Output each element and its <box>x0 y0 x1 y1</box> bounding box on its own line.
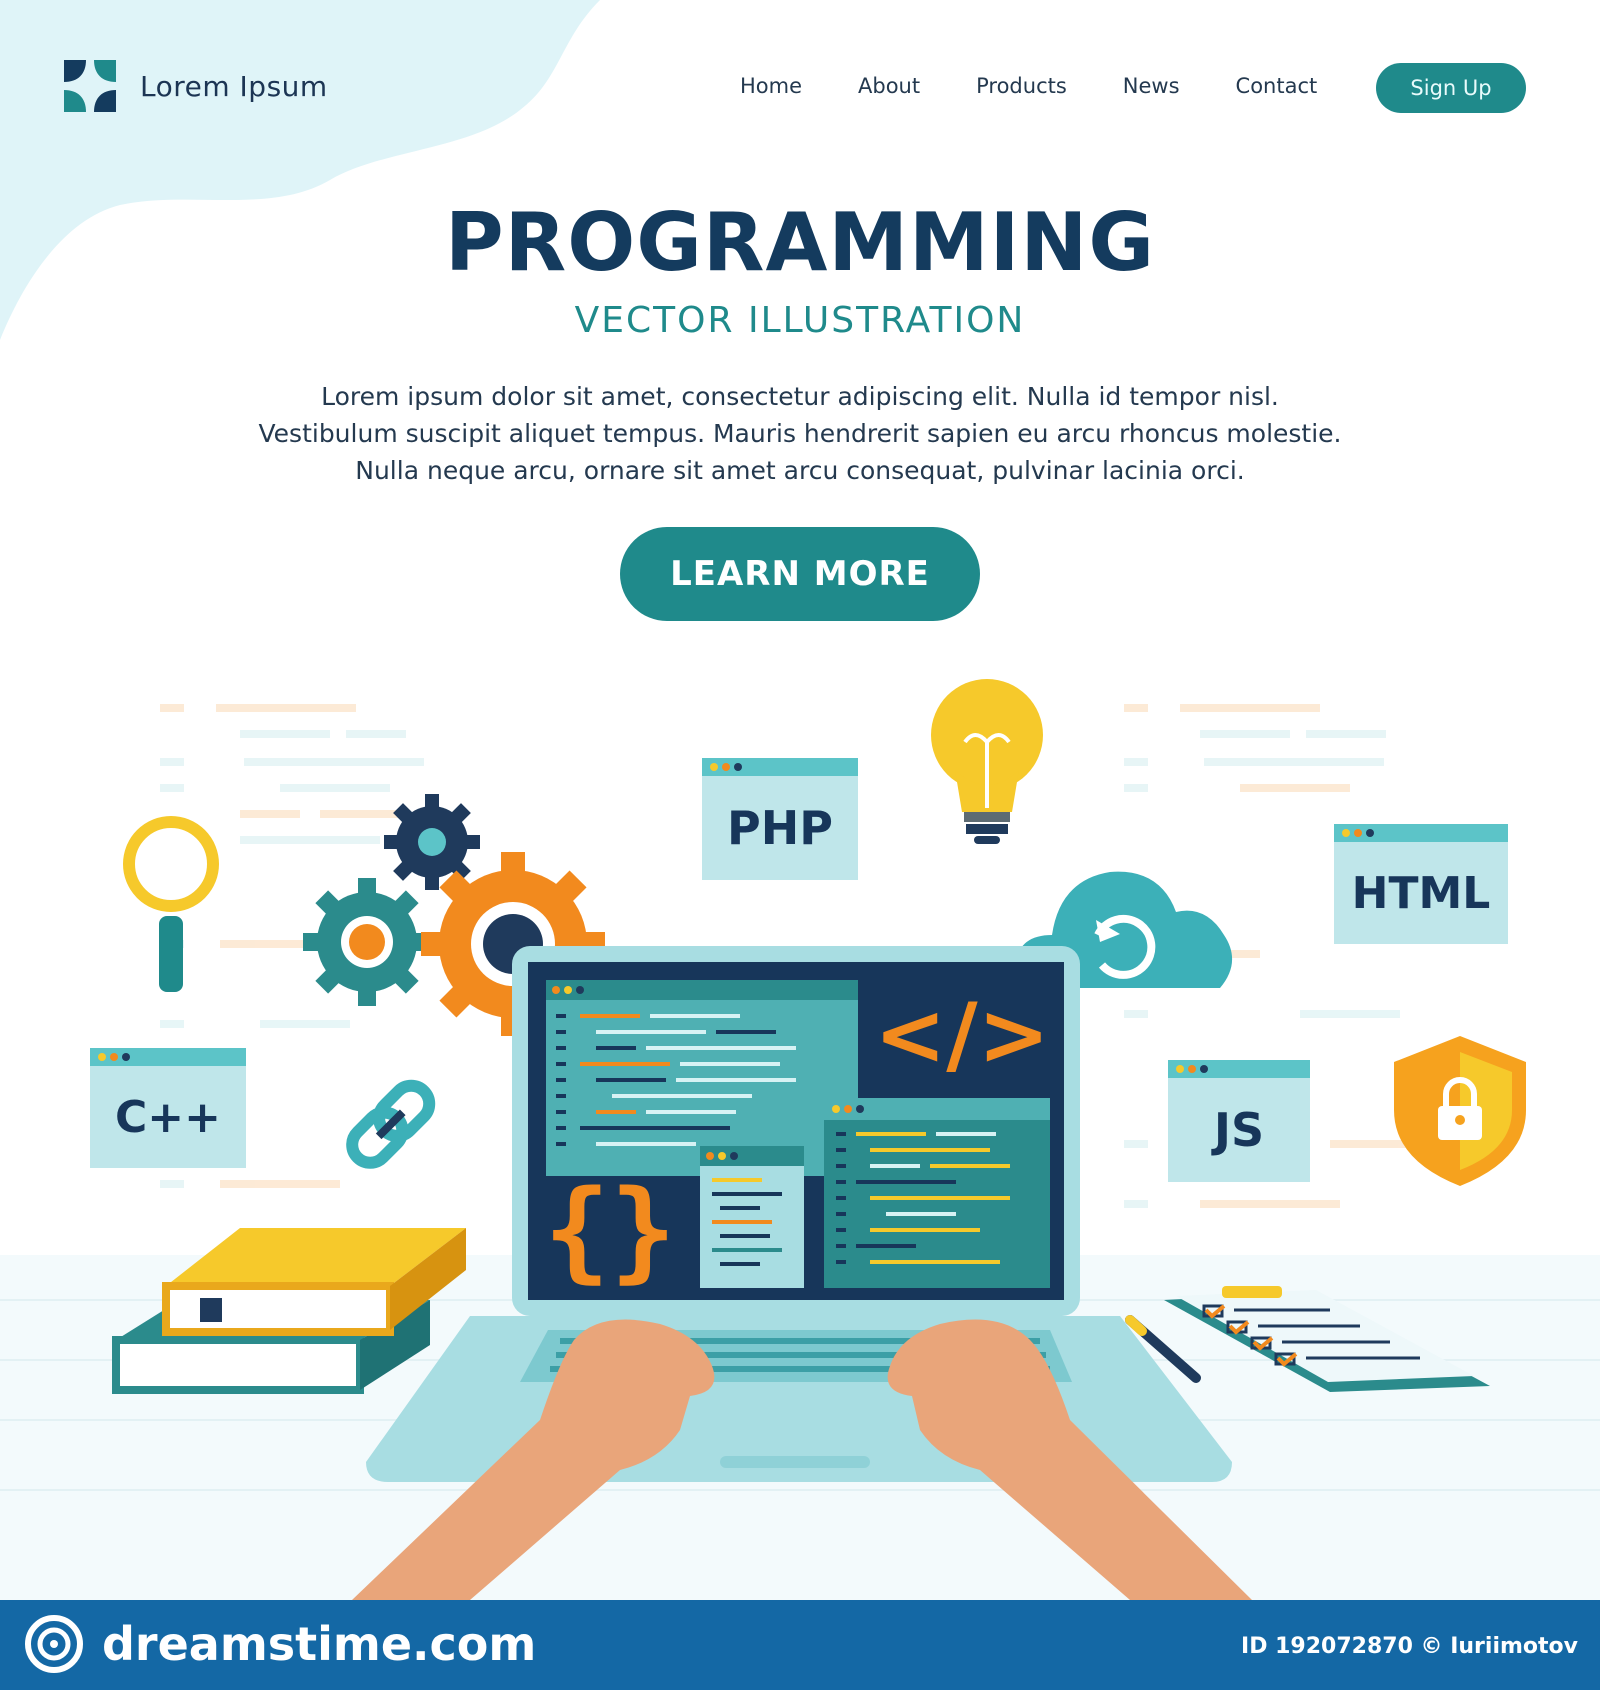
nav-news[interactable]: News <box>1123 74 1180 98</box>
image-credit: ID 192072870 © Iuriimotov <box>1241 1634 1578 1659</box>
logo[interactable]: Lorem Ipsum <box>64 60 328 112</box>
nav-contact[interactable]: Contact <box>1236 74 1318 98</box>
nav-about[interactable]: About <box>858 74 920 98</box>
watermark-brand-text: dreamstime.com <box>102 1617 537 1671</box>
spiral-logo-icon <box>25 1615 83 1673</box>
tag-js-label: JS <box>1213 1103 1265 1157</box>
chain-link-icon <box>346 1079 436 1169</box>
tag-js: JS <box>1168 1060 1310 1182</box>
hero-title: PROGRAMMING <box>444 196 1156 289</box>
curly-braces-icon: {} <box>544 1166 676 1294</box>
tag-cpp-label: C++ <box>114 1091 222 1143</box>
sign-up-button[interactable]: Sign Up <box>1376 63 1526 113</box>
shield-lock-icon <box>1394 1036 1526 1186</box>
logo-icon <box>64 60 116 112</box>
magnifier-icon <box>123 816 219 992</box>
main-nav: Home About Products News Contact <box>740 74 1373 98</box>
hero-description-line: Nulla neque arcu, ornare sit amet arcu c… <box>355 456 1245 485</box>
watermark-brand: dreamstime.com <box>24 1614 536 1674</box>
code-tag-icon: </> <box>874 985 1050 1085</box>
tag-cpp: C++ <box>90 1048 246 1168</box>
tag-php-label: PHP <box>727 801 833 855</box>
tag-html-label: HTML <box>1351 867 1491 919</box>
hero-subtitle: VECTOR ILLUSTRATION <box>574 300 1026 341</box>
tag-html: HTML <box>1334 824 1508 944</box>
site-header: Lorem Ipsum Home About Products News Con… <box>0 0 1600 180</box>
hero-description-line: Lorem ipsum dolor sit amet, consectetur … <box>321 382 1279 411</box>
laptop: </> {} <box>366 946 1232 1482</box>
hero-description: Lorem ipsum dolor sit amet, consectetur … <box>200 378 1400 489</box>
nav-home[interactable]: Home <box>740 74 802 98</box>
hero-description-line: Vestibulum suscipit aliquet tempus. Maur… <box>258 419 1342 448</box>
lightbulb-icon <box>931 679 1043 844</box>
watermark-bar: dreamstime.com ID 192072870 © Iuriimotov <box>0 1600 1600 1690</box>
learn-more-button[interactable]: LEARN MORE <box>620 527 980 621</box>
nav-products[interactable]: Products <box>976 74 1067 98</box>
tag-php: PHP <box>702 758 858 880</box>
logo-text: Lorem Ipsum <box>140 69 328 103</box>
